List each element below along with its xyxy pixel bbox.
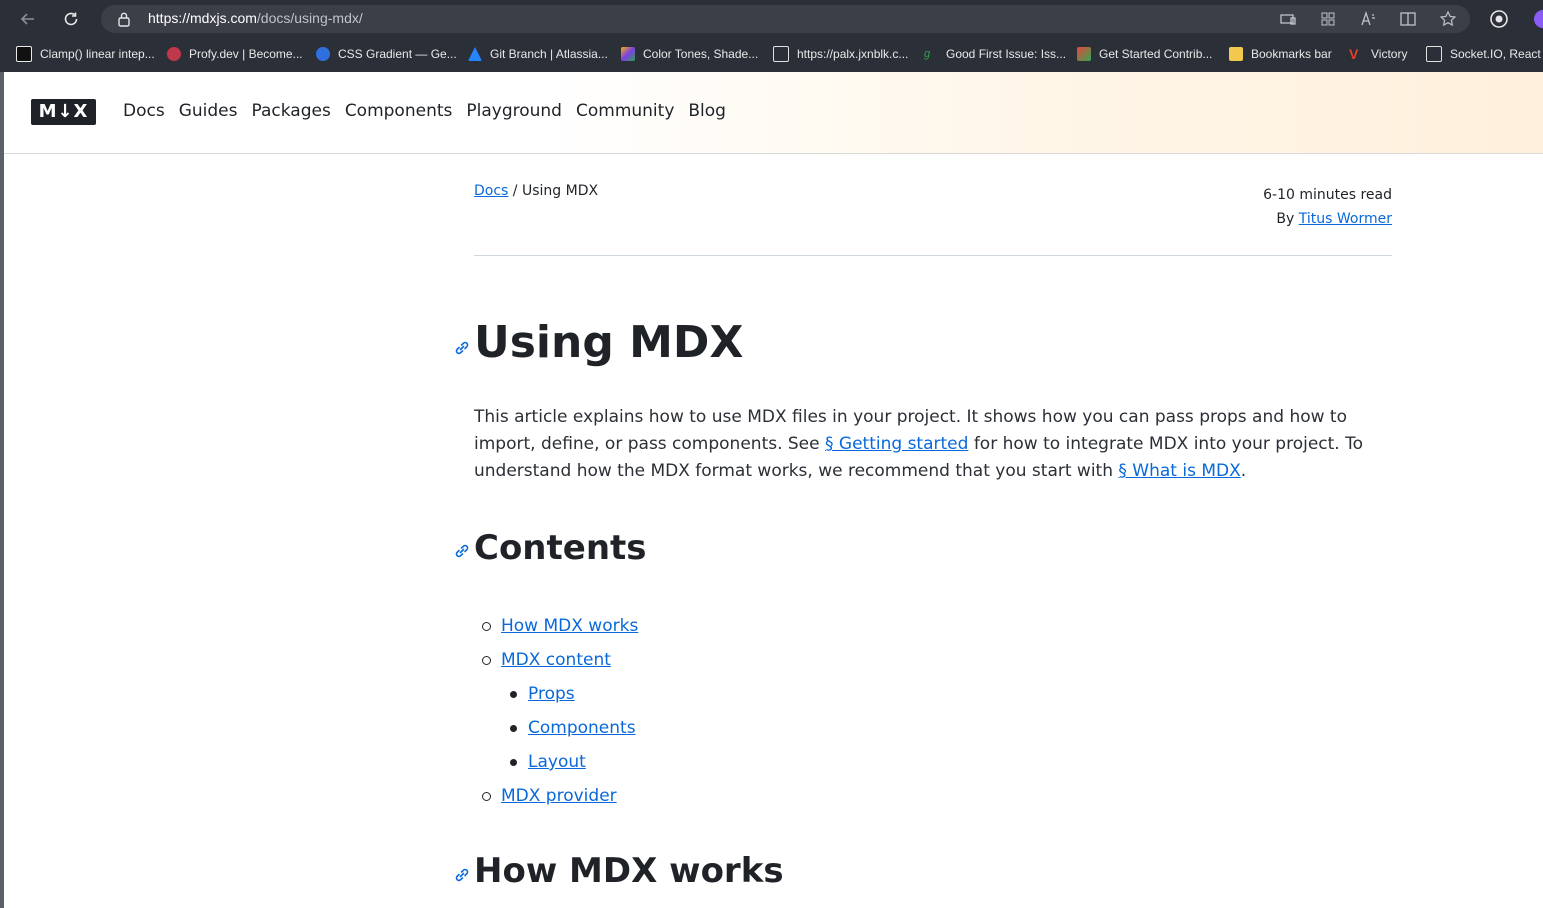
bookmark-label: Profy.dev | Become... <box>189 47 303 61</box>
nav-components[interactable]: Components <box>345 101 453 121</box>
bookmark-label: Clamp() linear intep... <box>40 47 155 61</box>
address-bar[interactable]: https://mdxjs.com/docs/using-mdx/ <box>101 5 1470 33</box>
what-is-mdx-link[interactable]: § What is MDX <box>1118 461 1240 481</box>
nav-playground[interactable]: Playground <box>466 101 562 121</box>
toc-link-components[interactable]: Components <box>528 718 636 738</box>
bookmark-item[interactable]: Color Tones, Shade... <box>621 46 758 62</box>
link-anchor-icon[interactable] <box>453 866 471 884</box>
table-of-contents: How MDX works MDX content Props Componen… <box>474 613 638 817</box>
breadcrumb-docs-link[interactable]: Docs <box>474 183 508 199</box>
back-button[interactable] <box>15 6 41 32</box>
bookmark-item[interactable]: V Victory <box>1349 46 1407 62</box>
bookmark-item[interactable]: Profy.dev | Become... <box>167 46 303 62</box>
main-nav: Docs Guides Packages Components Playgrou… <box>123 101 726 121</box>
toc-item: How MDX works <box>474 613 638 647</box>
article-meta: Docs / Using MDX 6-10 minutes read By Ti… <box>474 183 1392 233</box>
bookmark-label: Git Branch | Atlassia... <box>490 47 608 61</box>
link-anchor-icon[interactable] <box>453 339 471 357</box>
toc-subitem: Components <box>474 715 638 749</box>
lead-paragraph: This article explains how to use MDX fil… <box>474 404 1392 485</box>
toc-item: MDX content <box>474 647 638 681</box>
link-anchor-icon[interactable] <box>453 542 471 560</box>
folder-icon <box>1229 47 1243 61</box>
bookmark-favicon-icon <box>621 47 635 61</box>
bookmark-page-icon <box>1426 46 1442 62</box>
browser-chrome: https://mdxjs.com/docs/using-mdx/ Clamp(… <box>0 0 1543 72</box>
toc-link-mdx-provider[interactable]: MDX provider <box>501 786 617 806</box>
lead-text: . <box>1240 461 1247 481</box>
read-aloud-icon[interactable] <box>1358 9 1378 29</box>
extension-icon[interactable] <box>1488 8 1510 30</box>
toc-subitem: Layout <box>474 749 638 783</box>
page-title: Using MDX <box>474 317 744 368</box>
breadcrumb-separator: / <box>508 183 522 199</box>
url-text: https://mdxjs.com/docs/using-mdx/ <box>148 10 363 26</box>
toc-item: MDX provider <box>474 783 638 817</box>
read-time-block: 6-10 minutes read By Titus Wormer <box>1263 183 1392 231</box>
bookmark-item[interactable]: Clamp() linear intep... <box>16 46 155 62</box>
page-edge <box>0 72 4 908</box>
mdx-logo[interactable]: M↓X <box>31 99 96 125</box>
bookmark-label: Bookmarks bar <box>1251 47 1332 61</box>
bookmark-label: Get Started Contrib... <box>1099 47 1213 61</box>
bookmark-label: Victory <box>1371 47 1408 61</box>
bookmark-page-icon <box>773 46 789 62</box>
how-mdx-works-heading: How MDX works <box>474 851 784 891</box>
nav-blog[interactable]: Blog <box>688 101 726 121</box>
author-link[interactable]: Titus Wormer <box>1299 211 1392 227</box>
arrow-left-icon <box>20 13 34 25</box>
toc-link-mdx-content[interactable]: MDX content <box>501 650 611 670</box>
bookmark-favicon-icon <box>16 46 32 62</box>
url-path: /docs/using-mdx/ <box>256 10 363 26</box>
bookmark-label: Good First Issue: Iss... <box>946 47 1067 61</box>
nav-docs[interactable]: Docs <box>123 101 165 121</box>
bookmark-item[interactable]: CSS Gradient — Ge... <box>316 46 457 62</box>
nav-packages[interactable]: Packages <box>251 101 330 121</box>
bookmark-label: Socket.IO, React a <box>1450 47 1543 61</box>
reload-icon <box>64 12 78 26</box>
bookmark-label: https://palx.jxnblk.c... <box>797 47 909 61</box>
favorite-star-icon[interactable] <box>1438 9 1458 29</box>
breadcrumb: Docs / Using MDX <box>474 183 598 199</box>
install-app-icon[interactable] <box>1278 9 1298 29</box>
nav-guides[interactable]: Guides <box>179 101 238 121</box>
getting-started-link[interactable]: § Getting started <box>825 434 968 454</box>
bookmark-favicon-icon: g <box>924 48 931 60</box>
bookmark-folder[interactable]: Bookmarks bar <box>1229 46 1332 62</box>
reload-button[interactable] <box>58 6 84 32</box>
author-line: By Titus Wormer <box>1263 207 1392 231</box>
bookmark-favicon-icon <box>468 47 482 61</box>
bookmark-item[interactable]: Socket.IO, React a <box>1426 46 1543 62</box>
url-host: https://mdxjs.com <box>148 10 257 26</box>
reader-mode-icon[interactable] <box>1398 9 1418 29</box>
bookmark-label: Color Tones, Shade... <box>643 47 759 61</box>
site-header: M↓X Docs Guides Packages Components Play… <box>4 72 1543 154</box>
toc-link-layout[interactable]: Layout <box>528 752 586 772</box>
by-label: By <box>1276 211 1299 227</box>
nav-community[interactable]: Community <box>576 101 674 121</box>
browser-toolbar: https://mdxjs.com/docs/using-mdx/ <box>0 0 1543 38</box>
read-time: 6-10 minutes read <box>1263 187 1392 203</box>
bookmarks-bar: Clamp() linear intep... Profy.dev | Beco… <box>0 38 1543 70</box>
bookmark-favicon-icon <box>316 47 330 61</box>
lock-icon <box>118 12 130 27</box>
bookmark-label: CSS Gradient — Ge... <box>338 47 457 61</box>
profile-avatar[interactable] <box>1534 10 1543 28</box>
bookmark-favicon-icon: V <box>1349 46 1359 62</box>
divider <box>474 255 1392 256</box>
apps-grid-icon[interactable] <box>1318 9 1338 29</box>
bookmark-favicon-icon <box>1077 47 1091 61</box>
toc-link-props[interactable]: Props <box>528 684 575 704</box>
toc-link-how-mdx-works[interactable]: How MDX works <box>501 616 638 636</box>
bookmark-item[interactable]: g Good First Issue: Iss... <box>924 46 1066 62</box>
breadcrumb-current: Using MDX <box>521 183 599 199</box>
bookmark-item[interactable]: https://palx.jxnblk.c... <box>773 46 908 62</box>
bookmark-favicon-icon <box>167 47 181 61</box>
toc-subitem: Props <box>474 681 638 715</box>
bookmark-item[interactable]: Get Started Contrib... <box>1077 46 1212 62</box>
bookmark-item[interactable]: Git Branch | Atlassia... <box>468 46 608 62</box>
contents-heading: Contents <box>474 528 647 568</box>
